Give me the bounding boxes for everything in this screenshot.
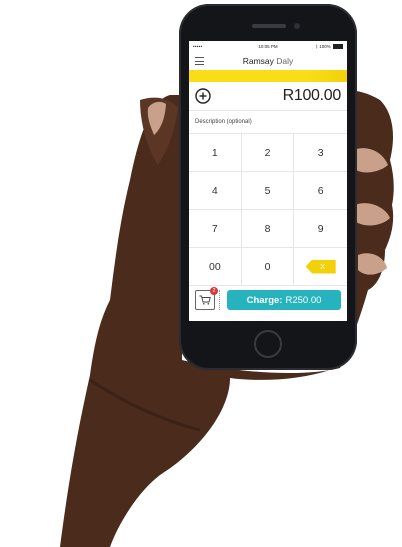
phone-screen: ••••• 10:05 PM ᛒ 100% Ramsay Daly R100.0… [189,41,347,321]
key-5[interactable]: 5 [241,172,295,210]
accent-bar [189,70,347,82]
charge-button[interactable]: Charge: R250.00 [227,290,341,310]
battery-icon [333,44,343,50]
backspace-icon: X [305,259,336,274]
key-1[interactable]: 1 [189,134,242,172]
description-field[interactable]: Description (optional) [189,111,347,134]
key-8[interactable]: 8 [241,210,295,248]
charge-label: Charge: [246,294,283,306]
footer-divider [219,290,220,310]
cart-button[interactable]: 2 [195,287,218,310]
status-time: 10:05 PM [258,44,278,49]
backspace-label: X [320,262,326,271]
bottom-bar: 2 Charge: R250.00 [189,286,347,318]
user-first-name: Ramsay [242,56,274,66]
amount-row: R100.00 [189,82,347,111]
phone-speaker [252,24,286,28]
user-name: Ramsay Daly [243,56,294,66]
key-9[interactable]: 9 [294,210,347,248]
amount-value: R100.00 [282,87,342,104]
status-bar: ••••• 10:05 PM ᛒ 100% [189,41,347,52]
keypad: 1 2 3 4 5 6 7 8 9 00 0 X [189,134,347,286]
key-6[interactable]: 6 [294,172,347,210]
app-header: Ramsay Daly [189,52,347,70]
key-3[interactable]: 3 [294,134,347,172]
charge-amount: R250.00 [285,294,322,306]
key-7[interactable]: 7 [189,210,242,248]
plus-circle-icon[interactable] [195,88,211,104]
phone-camera [294,23,300,29]
key-0[interactable]: 0 [241,248,295,286]
key-4[interactable]: 4 [189,172,242,210]
key-00[interactable]: 00 [189,248,242,286]
home-button[interactable] [254,330,282,358]
key-2[interactable]: 2 [241,134,295,172]
cart-icon [199,295,211,305]
cart-badge: 2 [210,287,218,295]
backspace-key[interactable]: X [294,248,347,286]
hamburger-menu-icon[interactable] [195,57,204,65]
user-last-name: Daly [276,56,294,66]
